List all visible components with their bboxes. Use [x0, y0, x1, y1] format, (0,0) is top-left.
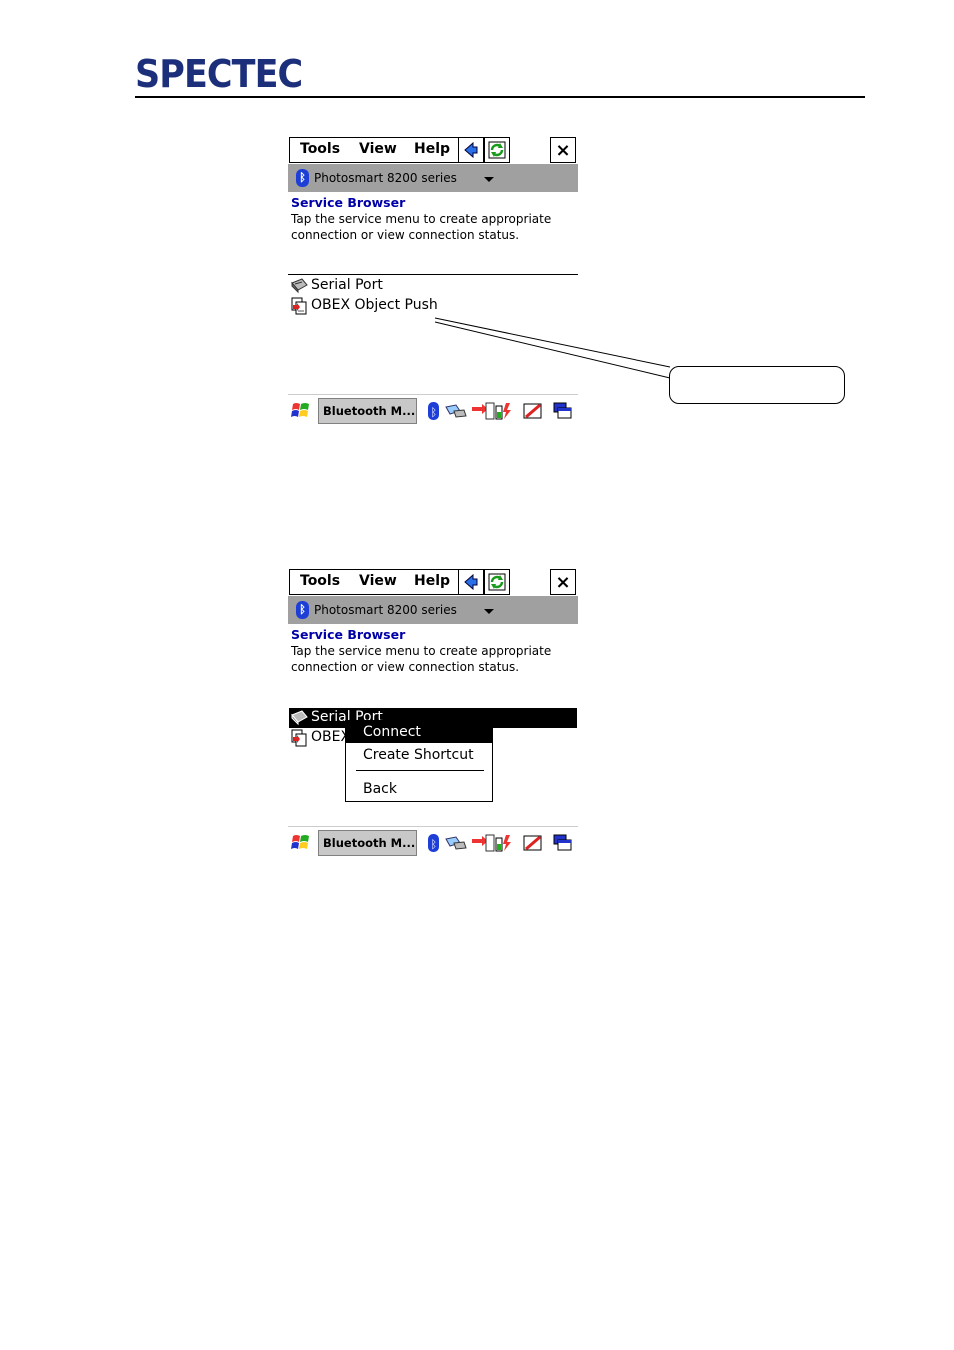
svg-text:ᛒ: ᛒ: [431, 838, 438, 851]
menu-tools[interactable]: Tools: [300, 141, 340, 157]
back-arrow-icon: [464, 142, 478, 158]
windows-start-icon[interactable]: [290, 832, 312, 854]
service-label: Serial Port: [311, 277, 383, 293]
context-menu-connect[interactable]: Connect: [346, 721, 492, 743]
obex-push-icon: [291, 729, 307, 747]
menu-help[interactable]: Help: [414, 573, 450, 589]
context-menu: Connect Create Shortcut Back: [345, 720, 493, 802]
service-browser-description: Tap the service menu to create appropria…: [291, 644, 552, 674]
serial-port-icon: [291, 710, 308, 726]
spectec-logo: SPECTEC: [135, 52, 303, 96]
device-name: Photosmart 8200 series: [314, 603, 457, 617]
menu-bar: Tools View Help ×: [288, 136, 578, 164]
pda-screen-context-menu: Tools View Help × ᛒ Photosmart 8200 seri…: [288, 568, 578, 859]
desktop-icon[interactable]: [552, 401, 574, 421]
back-arrow-button[interactable]: [458, 137, 484, 163]
windows-start-icon[interactable]: [290, 400, 312, 422]
svg-text:ᛒ: ᛒ: [431, 406, 438, 419]
menu-view[interactable]: View: [359, 141, 397, 157]
menu-box: Tools View Help: [289, 569, 459, 595]
refresh-icon: [488, 141, 506, 159]
desktop-icon[interactable]: [552, 833, 574, 853]
input-panel-icon[interactable]: [522, 833, 544, 853]
service-browser-title: Service Browser: [291, 627, 406, 642]
service-browser-description: Tap the service menu to create appropria…: [291, 212, 552, 242]
tray-icons[interactable]: ᛒ: [424, 833, 514, 853]
menu-separator: [356, 770, 484, 771]
service-browser-title: Service Browser: [291, 195, 406, 210]
device-selector[interactable]: ᛒ Photosmart 8200 series: [288, 164, 578, 192]
input-panel-icon[interactable]: [522, 401, 544, 421]
menu-bar: Tools View Help ×: [288, 568, 578, 596]
chevron-down-icon[interactable]: [484, 609, 494, 614]
device-selector[interactable]: ᛒ Photosmart 8200 series: [288, 596, 578, 624]
service-item-serial-port[interactable]: Serial Port: [289, 276, 577, 296]
header-rule: [135, 96, 865, 98]
context-menu-create-shortcut[interactable]: Create Shortcut: [346, 744, 492, 766]
refresh-button[interactable]: [484, 137, 510, 163]
refresh-icon: [488, 573, 506, 591]
refresh-button[interactable]: [484, 569, 510, 595]
pda-screen-service-list: Tools View Help × ᛒ Photosmart 8200 seri…: [288, 136, 578, 427]
close-button[interactable]: ×: [550, 137, 576, 163]
menu-help[interactable]: Help: [414, 141, 450, 157]
menu-tools[interactable]: Tools: [300, 573, 340, 589]
taskbar: Bluetooth M... ᛒ: [288, 394, 578, 427]
taskbar-button-bluetooth-manager[interactable]: Bluetooth M...: [318, 398, 417, 424]
service-item-obex-object-push[interactable]: OBEX Object Push: [289, 296, 577, 316]
menu-box: Tools View Help: [289, 137, 459, 163]
menu-view[interactable]: View: [359, 573, 397, 589]
context-menu-back[interactable]: Back: [346, 778, 492, 800]
back-arrow-button[interactable]: [458, 569, 484, 595]
device-name: Photosmart 8200 series: [314, 171, 457, 185]
close-button[interactable]: ×: [550, 569, 576, 595]
obex-push-icon: [291, 297, 307, 315]
bluetooth-icon: ᛒ: [296, 601, 309, 619]
taskbar: Bluetooth M... ᛒ: [288, 826, 578, 859]
tray-icons[interactable]: ᛒ: [424, 401, 514, 421]
bluetooth-icon: ᛒ: [296, 169, 309, 187]
divider: [288, 274, 578, 275]
service-label: OBEX Object Push: [311, 297, 438, 313]
back-arrow-icon: [464, 574, 478, 590]
chevron-down-icon[interactable]: [484, 177, 494, 182]
taskbar-button-bluetooth-manager[interactable]: Bluetooth M...: [318, 830, 417, 856]
callout-box: [669, 366, 845, 404]
serial-port-icon: [291, 278, 308, 294]
